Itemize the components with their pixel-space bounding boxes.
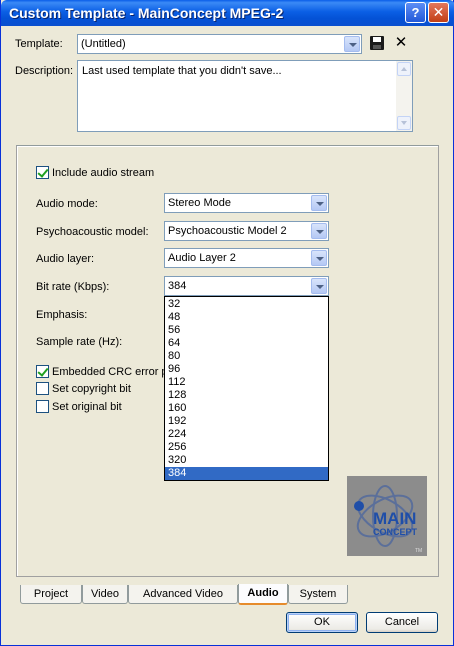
bit-rate-option[interactable]: 96 [165, 363, 328, 376]
bit-rate-option[interactable]: 256 [165, 441, 328, 454]
bit-rate-option[interactable]: 224 [165, 428, 328, 441]
scroll-down-icon[interactable] [397, 116, 411, 130]
bit-rate-option[interactable]: 128 [165, 389, 328, 402]
psychoacoustic-select[interactable]: Psychoacoustic Model 2 [164, 221, 329, 241]
audio-mode-value: Stereo Mode [168, 197, 231, 209]
logo-graphic: MAIN CONCEPT TM [347, 476, 427, 556]
mainconcept-logo: MAIN CONCEPT TM [347, 476, 427, 556]
tab-system[interactable]: System [288, 585, 348, 604]
bit-rate-select[interactable]: 384 [164, 276, 329, 296]
tab-advanced-video[interactable]: Advanced Video [128, 585, 238, 604]
chevron-down-icon[interactable] [311, 223, 327, 239]
cancel-button[interactable]: Cancel [366, 612, 438, 633]
title-bar[interactable]: Custom Template - MainConcept MPEG-2 ? ✕ [1, 0, 454, 26]
emphasis-label: Emphasis: [36, 309, 88, 321]
chevron-down-icon[interactable] [311, 278, 327, 294]
template-select[interactable]: (Untitled) [77, 34, 362, 54]
sample-rate-label: Sample rate (Hz): [36, 336, 123, 348]
copyright-label: Set copyright bit [52, 383, 131, 395]
bit-rate-option[interactable]: 56 [165, 324, 328, 337]
ok-button[interactable]: OK [286, 612, 358, 633]
delete-template-icon[interactable]: ✕ [393, 35, 409, 51]
tab-audio[interactable]: Audio [238, 584, 288, 605]
close-button[interactable]: ✕ [428, 2, 449, 23]
chevron-down-icon[interactable] [311, 250, 327, 266]
description-field[interactable]: Last used template that you didn't save.… [77, 60, 413, 132]
chevron-down-icon[interactable] [311, 195, 327, 211]
bit-rate-dropdown-list[interactable]: 32 48 56 64 80 96 112 128 160 192 224 256 320 384 [164, 296, 329, 481]
logo-text-concept: CONCEPT [373, 527, 418, 537]
crc-label: Embedded CRC error pr [52, 366, 172, 378]
description-label: Description: [15, 65, 74, 77]
description-scrollbar[interactable] [396, 61, 412, 131]
dialog-window: Custom Template - MainConcept MPEG-2 ? ✕… [0, 0, 454, 646]
copyright-checkbox[interactable] [36, 382, 49, 395]
bit-rate-value: 384 [168, 280, 187, 292]
tab-video[interactable]: Video [82, 585, 128, 604]
crc-checkbox[interactable] [36, 365, 49, 378]
audio-mode-select[interactable]: Stereo Mode [164, 193, 329, 213]
description-text: Last used template that you didn't save.… [82, 65, 282, 77]
bit-rate-option[interactable]: 32 [165, 298, 328, 311]
bit-rate-option[interactable]: 320 [165, 454, 328, 467]
chevron-down-icon[interactable] [344, 36, 360, 52]
bit-rate-option[interactable]: 192 [165, 415, 328, 428]
psychoacoustic-label: Psychoacoustic model: [36, 226, 149, 238]
logo-text-main: MAIN [373, 509, 416, 528]
bit-rate-option[interactable]: 80 [165, 350, 328, 363]
bit-rate-label: Bit rate (Kbps): [36, 281, 110, 293]
template-value: (Untitled) [81, 38, 126, 50]
bit-rate-option[interactable]: 48 [165, 311, 328, 324]
psychoacoustic-value: Psychoacoustic Model 2 [168, 225, 287, 237]
include-audio-checkbox[interactable] [36, 166, 49, 179]
bit-rate-option[interactable]: 160 [165, 402, 328, 415]
tab-project[interactable]: Project [20, 585, 82, 604]
tab-bar: Project Video Advanced Video Audio Syste… [16, 584, 439, 605]
bit-rate-option[interactable]: 64 [165, 337, 328, 350]
include-audio-label: Include audio stream [52, 167, 155, 179]
audio-mode-label: Audio mode: [36, 198, 98, 210]
bit-rate-option[interactable]: 384 [165, 467, 328, 480]
scroll-up-icon[interactable] [397, 62, 411, 76]
original-label: Set original bit [52, 401, 122, 413]
original-checkbox[interactable] [36, 400, 49, 413]
audio-layer-value: Audio Layer 2 [168, 252, 236, 264]
save-template-icon[interactable] [370, 36, 384, 50]
audio-layer-select[interactable]: Audio Layer 2 [164, 248, 329, 268]
window-title: Custom Template - MainConcept MPEG-2 [9, 5, 284, 21]
help-button[interactable]: ? [405, 2, 426, 23]
audio-layer-label: Audio layer: [36, 253, 95, 265]
bit-rate-option[interactable]: 112 [165, 376, 328, 389]
template-label: Template: [15, 38, 63, 50]
logo-trademark: TM [415, 548, 422, 554]
